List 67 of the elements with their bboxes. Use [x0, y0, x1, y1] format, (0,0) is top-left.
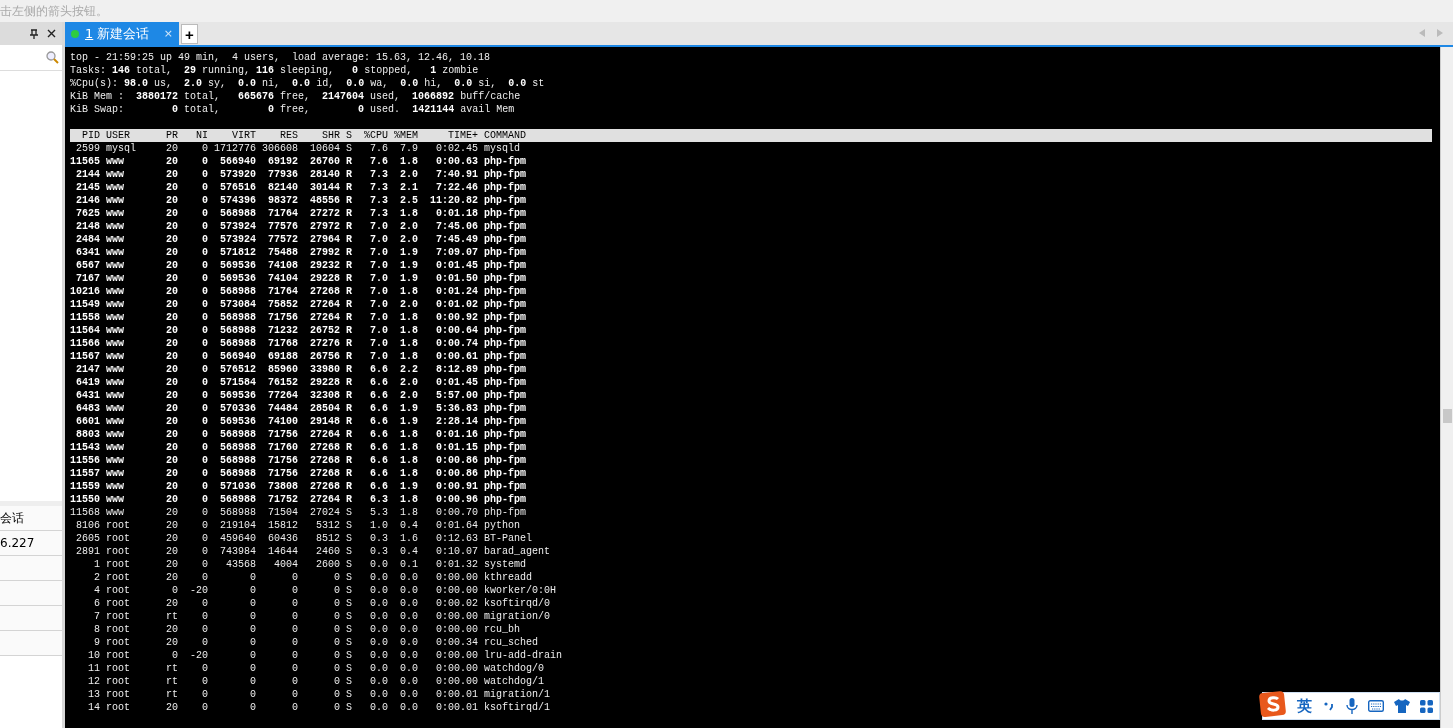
process-row-text: 11559 www 20 0 571036 73808 27268 R 6.6 1.9 0:00.91 php-fpm [70, 480, 527, 493]
summary-line: Tasks: 146 total, 29 running, 116 sleeping, 0 stopped, 1 zombie [70, 64, 480, 77]
ime-language-toggle[interactable]: 英 [1297, 696, 1312, 716]
process-row-text: 10 root 0 -20 0 0 0 S 0.0 0.0 0:00.00 lru-add-drain [87, 649, 563, 662]
process-row-text: 2147 www 20 0 576512 85960 33980 R 6.6 2.2 8:12.89 php-fpm [75, 363, 527, 376]
process-row-text: 11566 www 20 0 568988 71768 27276 R 7.0 1.8 0:00.74 php-fpm [70, 337, 527, 350]
process-row-text: 6601 www 20 0 569536 74100 29148 R 6.6 1.9 2:28.14 php-fpm [75, 415, 527, 428]
process-row-text: 7167 www 20 0 569536 74104 29228 R 7.0 1.9 0:01.50 php-fpm [75, 272, 527, 285]
keyboard-icon[interactable] [1368, 700, 1384, 712]
process-row-text: 2145 www 20 0 576516 82140 30144 R 7.3 2.1 7:22.46 php-fpm [75, 181, 527, 194]
process-row-text: 11565 www 20 0 566940 69192 26760 R 7.6 1.8 0:00.63 php-fpm [70, 155, 527, 168]
process-row-text: 11 root rt 0 0 0 0 S 0.0 0.0 0:00.00 watchdog/0 [87, 662, 545, 675]
process-row-text: 2144 www 20 0 573920 77936 28140 R 7.3 2.0 7:40.91 php-fpm [75, 168, 527, 181]
process-row-text: 4 root 0 -20 0 0 0 S 0.0 0.0 0:00.00 kworker/0:0H [93, 584, 557, 597]
shirt-icon[interactable] [1394, 699, 1410, 713]
process-row-text: 6567 www 20 0 569536 74108 29232 R 7.0 1.9 0:01.45 php-fpm [75, 259, 527, 272]
process-row-text: 14 root 20 0 0 0 0 S 0.0 0.0 0:00.01 ksoftirqd/1 [87, 701, 551, 714]
scrollbar[interactable] [1440, 47, 1453, 728]
punctuation-icon[interactable] [1322, 700, 1336, 712]
terminal[interactable] [65, 47, 1440, 728]
process-row-text: 8 root 20 0 0 0 0 S 0.0 0.0 0:00.00 rcu_bh [93, 623, 521, 636]
process-row-text: 11556 www 20 0 568988 71756 27268 R 6.6 1.8 0:00.86 php-fpm [70, 454, 527, 467]
process-row-text: 2605 root 20 0 459640 60436 8512 S 0.3 1.6 0:12.63 BT-Panel [75, 532, 533, 545]
process-row-text: 11568 www 20 0 568988 71504 27024 S 5.3 1.8 0:00.70 php-fpm [70, 506, 527, 519]
process-row-text: 8803 www 20 0 568988 71756 27264 R 6.6 1.8 0:01.16 php-fpm [75, 428, 527, 441]
process-row-text: 7625 www 20 0 568988 71764 27272 R 7.3 1.8 0:01.18 php-fpm [75, 207, 527, 220]
process-row-text: 6341 www 20 0 571812 75488 27992 R 7.0 1.9 7:09.07 php-fpm [75, 246, 527, 259]
pin-icon[interactable] [30, 28, 38, 39]
microphone-icon[interactable] [1346, 698, 1358, 714]
process-row-text: 10216 www 20 0 568988 71764 27268 R 7.0 1.8 0:01.24 php-fpm [70, 285, 527, 298]
process-row-text: 12 root rt 0 0 0 0 S 0.0 0.0 0:00.00 watchdog/1 [87, 675, 545, 688]
close-icon[interactable] [47, 29, 56, 38]
summary-line: top - 21:59:25 up 49 min, 4 users, load average: 15.63, 12.46, 10.18 [70, 51, 492, 64]
process-row-text: 7 root rt 0 0 0 0 S 0.0 0.0 0:00.00 migration/0 [93, 610, 551, 623]
session-row[interactable]: 6.227 [0, 531, 62, 556]
process-row-text: 11543 www 20 0 568988 71760 27268 R 6.6 1.8 0:01.15 php-fpm [70, 441, 527, 454]
process-row-text: 11558 www 20 0 568988 71756 27264 R 7.0 1.8 0:00.92 php-fpm [70, 311, 527, 324]
process-row-text: 2146 www 20 0 574396 98372 48556 R 7.3 2.5 11:20.82 php-fpm [75, 194, 527, 207]
process-row-text: 2599 mysql 20 0 1712776 306608 10604 S 7.6 7.9 0:02.45 mysqld [75, 142, 521, 155]
process-row-text: 6483 www 20 0 570336 74484 28504 R 6.6 1.9 5:36.83 php-fpm [75, 402, 527, 415]
summary-line: %Cpu(s): 98.0 us, 2.0 sy, 0.0 ni, 0.0 id, 0.0 wa, 0.0 hi, 0.0 si, 0.0 st [70, 77, 546, 90]
process-row-text: 2 root 20 0 0 0 0 S 0.0 0.0 0:00.00 kthreadd [93, 571, 533, 584]
grid-icon[interactable] [1420, 699, 1433, 713]
process-row-text: 2484 www 20 0 573924 77572 27964 R 7.0 2.0 7:45.49 php-fpm [75, 233, 527, 246]
session-tab[interactable]: 1 新建会话 × [65, 22, 179, 45]
new-tab-button[interactable]: + [181, 24, 198, 44]
process-row-text: 2891 root 20 0 743984 14644 2460 S 0.3 0.4 0:10.07 barad_agent [75, 545, 551, 558]
process-row-text: 9 root 20 0 0 0 0 S 0.0 0.0 0:00.34 rcu_sched [93, 636, 539, 649]
process-row-text: 2148 www 20 0 573924 77576 27972 R 7.0 2.0 7:45.06 php-fpm [75, 220, 527, 233]
process-row-text: 6419 www 20 0 571584 76152 29228 R 6.6 2.0 0:01.45 php-fpm [75, 376, 527, 389]
process-row-text: 11549 www 20 0 573084 75852 27264 R 7.0 2.0 0:01.02 php-fpm [70, 298, 527, 311]
process-row-text: 11567 www 20 0 566940 69188 26756 R 7.0 1.8 0:00.61 php-fpm [70, 350, 527, 363]
process-row-text: 8106 root 20 0 219104 15812 5312 S 1.0 0.4 0:01.64 python [75, 519, 521, 532]
session-row[interactable]: 会话 [0, 506, 62, 531]
process-row-text: 6431 www 20 0 569536 77264 32308 R 6.6 2.0 5:57.00 php-fpm [75, 389, 527, 402]
process-row-text: 11564 www 20 0 568988 71232 26752 R 7.0 1.8 0:00.64 php-fpm [70, 324, 527, 337]
process-row-text: 11557 www 20 0 568988 71756 27268 R 6.6 1.8 0:00.86 php-fpm [70, 467, 527, 480]
process-row-text: 13 root rt 0 0 0 0 S 0.0 0.0 0:00.01 migration/1 [87, 688, 551, 701]
ime-logo-icon[interactable] [1259, 690, 1287, 718]
hint-text: 击左侧的箭头按钮。 [0, 2, 108, 20]
summary-line: KiB Mem : 3880172 total, 665676 free, 2147604 used, 1066892 buff/cache [70, 90, 522, 103]
process-row-text: 1 root 20 0 43568 4004 2600 S 0.0 0.1 0:01.32 systemd [93, 558, 527, 571]
summary-line: KiB Swap: 0 total, 0 free, 0 used. 1421144 avail Mem [70, 103, 516, 116]
column-header-row: PID USER PR NI VIRT RES SHR S %CPU %MEM TIME+ COMMAND [70, 129, 1432, 142]
search-icon[interactable] [46, 51, 59, 64]
process-row-text: 11550 www 20 0 568988 71752 27264 R 6.3 1.8 0:00.96 php-fpm [70, 493, 527, 506]
process-row-text: 6 root 20 0 0 0 0 S 0.0 0.0 0:00.02 ksoftirqd/0 [93, 597, 551, 610]
